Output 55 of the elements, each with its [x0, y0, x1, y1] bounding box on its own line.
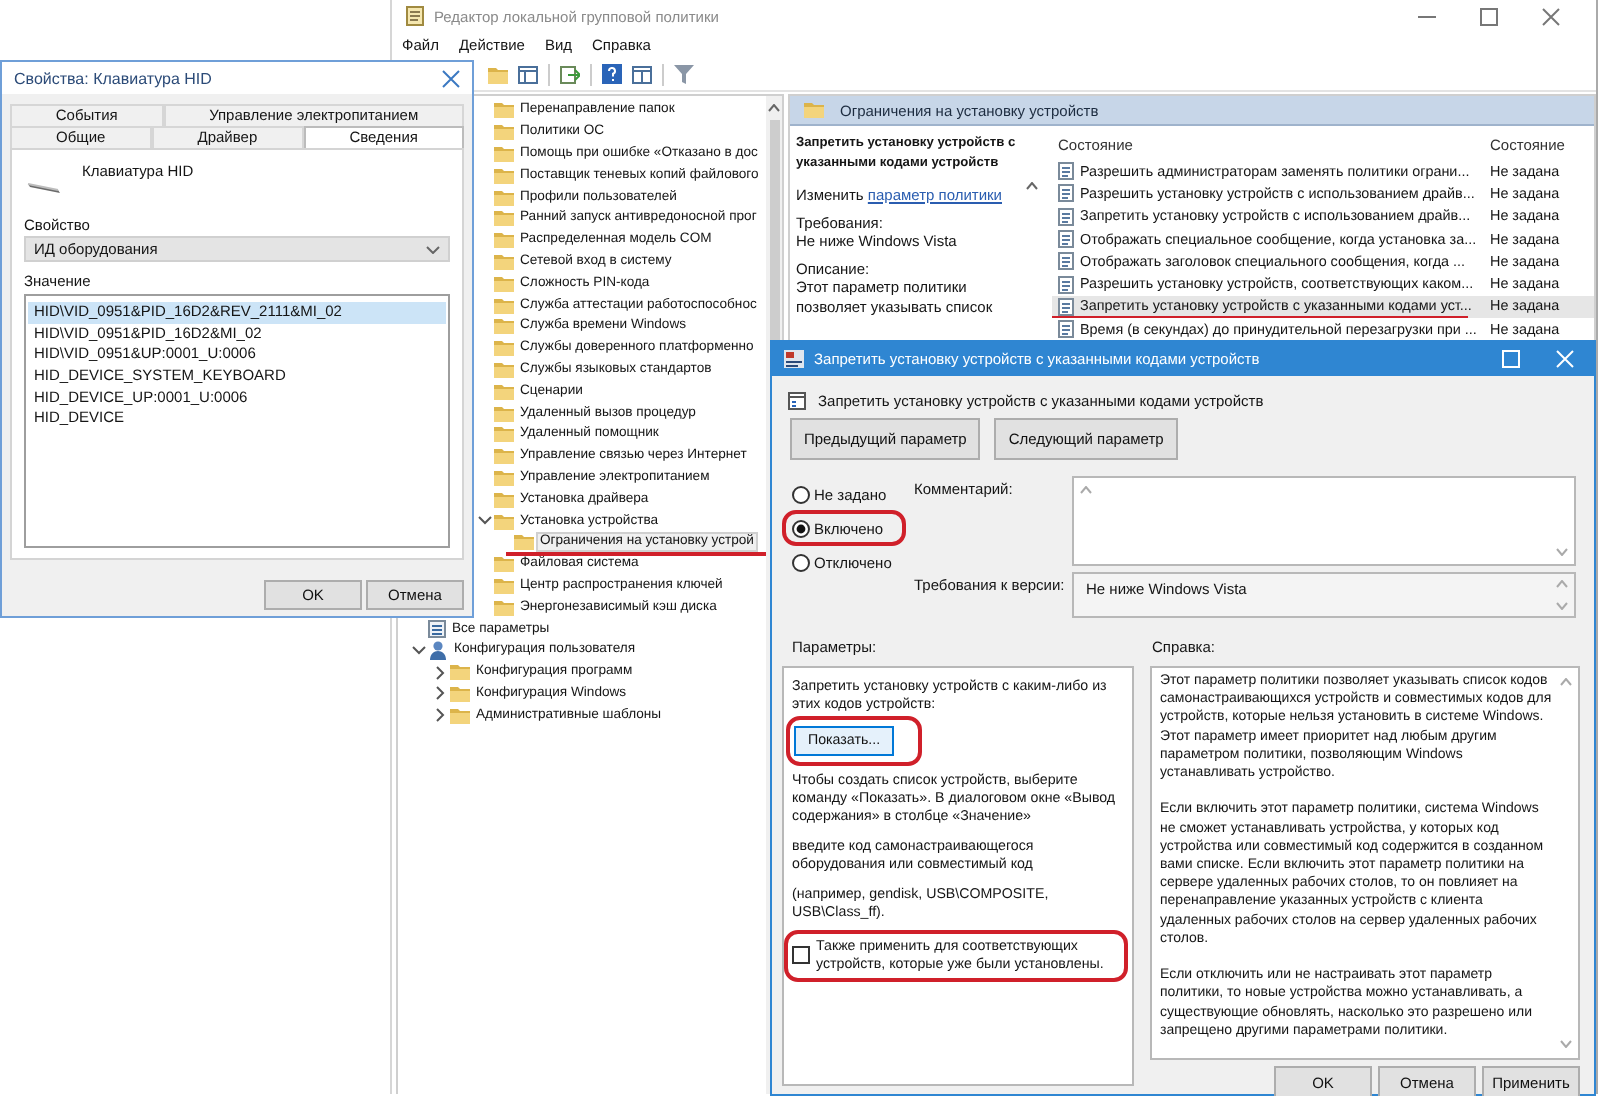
folder-icon [494, 340, 514, 357]
close-icon[interactable] [442, 69, 460, 87]
policy-setting-icon [1058, 320, 1074, 339]
policy-setting-icon [788, 392, 806, 410]
editor-icon [406, 6, 424, 26]
folder-icon [494, 426, 514, 443]
scroll-down-icon[interactable] [1556, 548, 1568, 556]
folder-icon [494, 124, 514, 141]
folder-icon [494, 599, 514, 616]
folder-icon [494, 577, 514, 594]
policy-setting-icon [1058, 184, 1074, 203]
chevron-down-icon [426, 245, 440, 253]
folder-icon [494, 361, 514, 378]
policy-setting-icon [1058, 275, 1074, 294]
panel-icon[interactable] [632, 65, 652, 83]
dialog-title: Свойства: Клавиатура HID [14, 69, 212, 87]
policy-setting-icon [1058, 230, 1074, 249]
folder-icon [494, 318, 514, 335]
policy-setting-icon [1058, 207, 1074, 226]
user-icon [428, 640, 448, 661]
folder-icon [494, 383, 514, 400]
folder-icon [494, 102, 514, 119]
maximize-icon[interactable] [1480, 7, 1498, 25]
folder-icon [494, 405, 514, 422]
folder-icon [494, 297, 514, 314]
policy-setting-icon [1058, 297, 1074, 316]
close-icon[interactable] [1542, 7, 1560, 25]
folder-icon [494, 189, 514, 206]
folder-icon [494, 448, 514, 465]
policy-setting-icon [1058, 162, 1074, 181]
folder-icon [494, 275, 514, 292]
help-icon[interactable] [602, 64, 622, 84]
folder-icon [494, 232, 514, 249]
folder-icon [494, 145, 514, 162]
folder-icon [450, 707, 470, 724]
comment-field[interactable] [1072, 476, 1576, 566]
policy-icon [784, 350, 804, 368]
folder-icon [450, 664, 470, 681]
scroll-up-icon[interactable] [768, 104, 780, 112]
folder-icon [514, 534, 534, 551]
export-icon[interactable] [560, 65, 580, 83]
scroll-up-icon[interactable] [1026, 182, 1038, 190]
panel-icon[interactable] [518, 65, 538, 83]
policy-setting-icon [1058, 252, 1074, 271]
folder-icon [494, 167, 514, 184]
folder-icon [804, 102, 824, 118]
folder-icon [494, 513, 514, 530]
folder-icon [494, 556, 514, 573]
folder-icon [450, 685, 470, 702]
folder-icon [494, 491, 514, 508]
folder-icon [494, 253, 514, 270]
folder-icon [494, 469, 514, 486]
folder-icon [494, 210, 514, 227]
scroll-down-icon[interactable] [1560, 1040, 1572, 1049]
filter-icon[interactable] [674, 64, 694, 84]
